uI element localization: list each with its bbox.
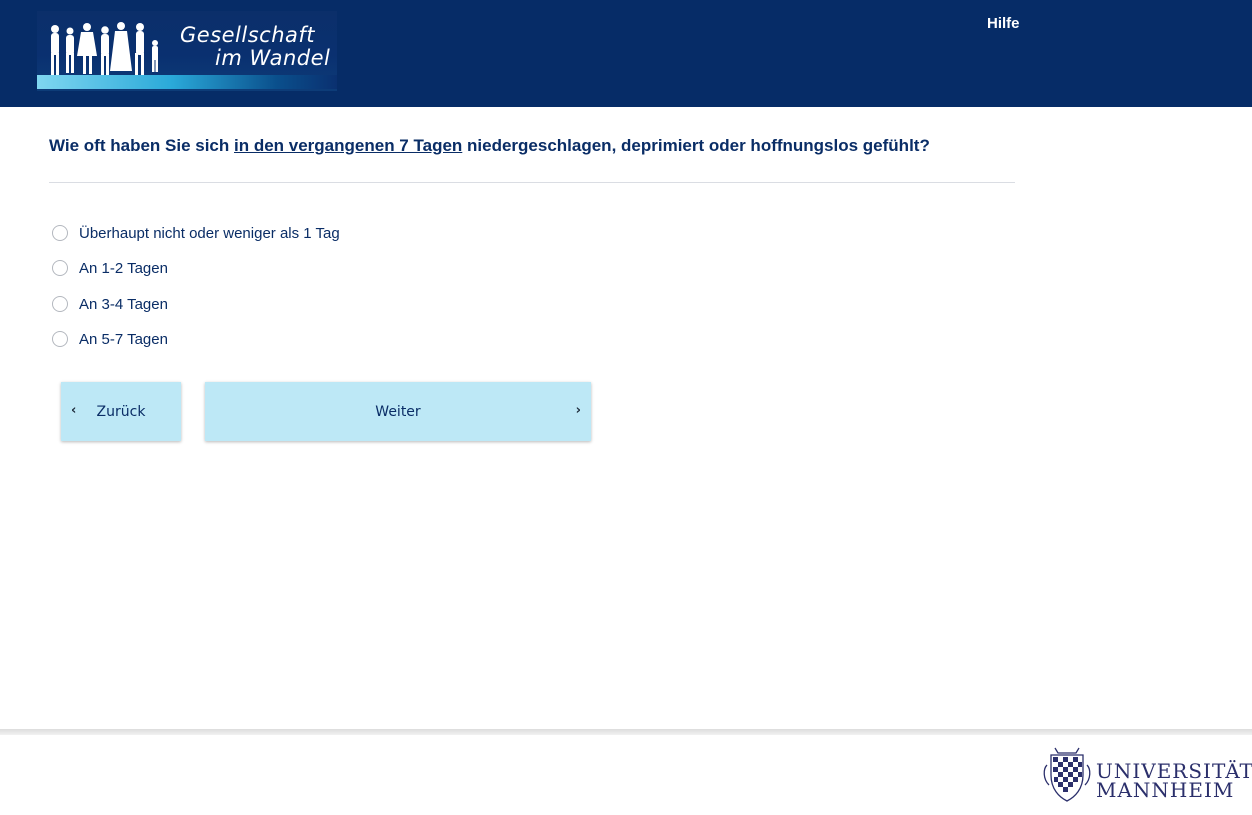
gesellschaft-im-wandel-logo: Gesellschaft im Wandel (37, 11, 337, 91)
answer-option-label[interactable]: An 5-7 Tagen (79, 331, 168, 348)
universitaet-mannheim-logo: UNIVERSITÄT MANNHEIM (1041, 745, 1252, 805)
radio-button[interactable] (52, 260, 68, 276)
next-button[interactable]: Weiter › (205, 382, 591, 441)
radio-button[interactable] (52, 296, 68, 312)
question-divider (49, 182, 1015, 183)
logo-color-strip (37, 75, 337, 89)
logo-text-line1: Gesellschaft (180, 23, 316, 47)
radio-button[interactable] (52, 225, 68, 241)
back-button-label: Zurück (96, 403, 146, 420)
question-prefix: Wie oft haben Sie sich (49, 136, 234, 155)
radio-button[interactable] (52, 331, 68, 347)
answer-option-3[interactable]: An 3-4 Tagen (52, 294, 168, 314)
answer-option-4[interactable]: An 5-7 Tagen (52, 329, 168, 349)
answer-option-label[interactable]: An 3-4 Tagen (79, 296, 168, 313)
chevron-left-icon: ‹ (71, 403, 77, 418)
next-button-label: Weiter (375, 403, 421, 420)
footer-divider (0, 729, 1252, 735)
chevron-right-icon: › (575, 403, 581, 418)
question-text: Wie oft haben Sie sich in den vergangene… (49, 135, 1015, 157)
question-suffix: niedergeschlagen, deprimiert oder hoffnu… (462, 136, 930, 155)
answer-option-label[interactable]: An 1-2 Tagen (79, 260, 168, 277)
logo-text-line2: im Wandel (215, 46, 331, 70)
answer-option-1[interactable]: Überhaupt nicht oder weniger als 1 Tag (52, 223, 340, 243)
question-emphasis: in den vergangenen 7 Tagen (234, 136, 463, 155)
university-crest-icon (1043, 747, 1091, 802)
answer-option-2[interactable]: An 1-2 Tagen (52, 258, 168, 278)
answer-option-label[interactable]: Überhaupt nicht oder weniger als 1 Tag (79, 225, 340, 242)
back-button[interactable]: ‹ Zurück (61, 382, 181, 441)
university-name-line2: MANNHEIM (1096, 778, 1235, 802)
people-silhouettes-icon (51, 22, 158, 75)
header-bar: Gesellschaft im Wandel Hilfe (0, 0, 1252, 107)
help-link[interactable]: Hilfe (987, 15, 1020, 32)
